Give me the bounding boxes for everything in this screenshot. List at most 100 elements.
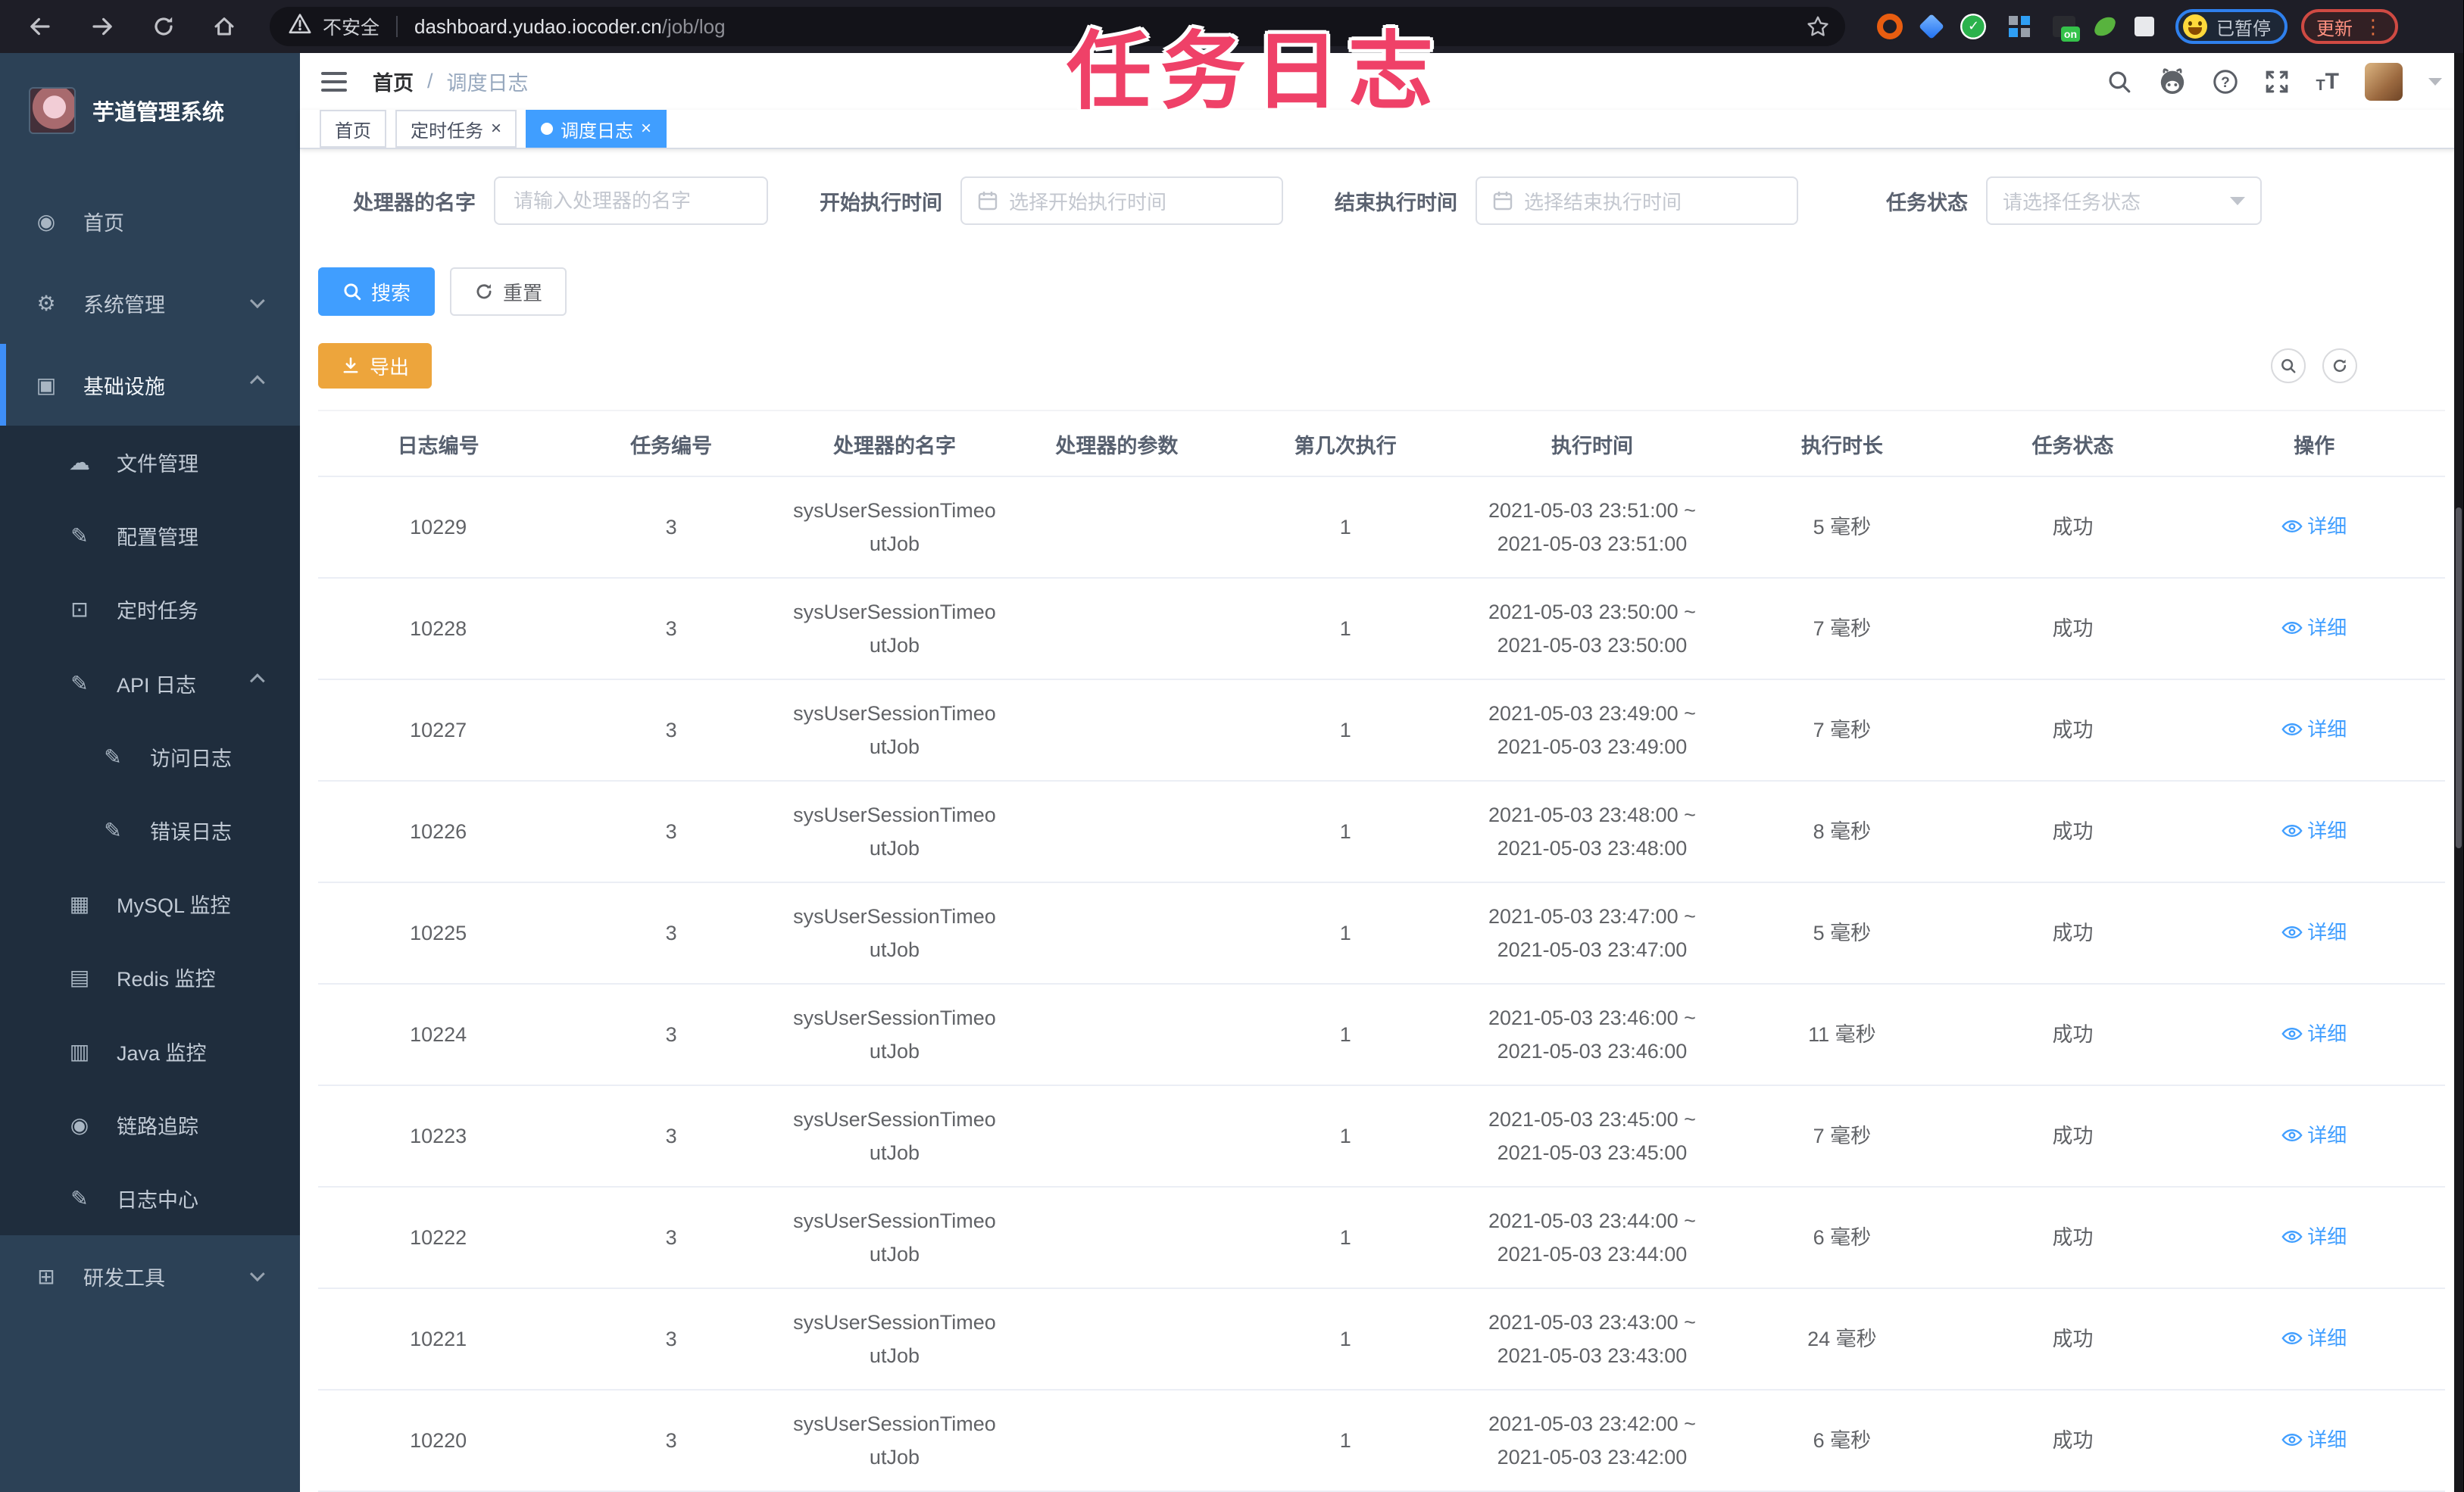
toggle-search-button[interactable] bbox=[2271, 348, 2306, 383]
close-tab-icon[interactable]: × bbox=[641, 120, 651, 138]
cell-job-id: 3 bbox=[558, 476, 784, 579]
detail-link[interactable]: 详细 bbox=[2281, 815, 2347, 847]
chevron-down-icon bbox=[249, 293, 265, 309]
help-icon[interactable]: ? bbox=[2213, 69, 2238, 95]
detail-link[interactable]: 详细 bbox=[2281, 1322, 2347, 1354]
detail-link[interactable]: 详细 bbox=[2281, 1119, 2347, 1151]
detail-link[interactable]: 详细 bbox=[2281, 510, 2347, 542]
svg-text:?: ? bbox=[2222, 74, 2231, 90]
url-bar[interactable]: 不安全 dashboard.yudao.iocoder.cn/job/log bbox=[270, 7, 1845, 46]
detail-link[interactable]: 详细 bbox=[2281, 612, 2347, 644]
sidebar-item-java-monitor[interactable]: ▥ Java 监控 bbox=[0, 1014, 300, 1088]
cell-log-id: 10226 bbox=[318, 781, 559, 883]
on-badge-extension-icon[interactable] bbox=[2053, 16, 2080, 42]
leaf-extension-icon[interactable] bbox=[2094, 15, 2116, 38]
detail-link[interactable]: 详细 bbox=[2281, 1221, 2347, 1253]
scrollbar[interactable] bbox=[2454, 53, 2463, 1492]
blue-gem-extension-icon[interactable] bbox=[1919, 14, 1944, 39]
browser-update-button[interactable]: 更新 ⋮ bbox=[2301, 9, 2398, 44]
table-row: 10228 3 sysUserSessionTimeoutJob 1 2021-05-0… bbox=[318, 578, 2445, 680]
cell-actions: 详细 bbox=[2183, 984, 2445, 1086]
sidebar-item-file-management[interactable]: ☁ 文件管理 bbox=[0, 426, 300, 500]
tab-scheduled-tasks[interactable]: 定时任务 × bbox=[395, 110, 517, 148]
table-row: 10226 3 sysUserSessionTimeoutJob 1 2021-05-0… bbox=[318, 781, 2445, 883]
reset-button[interactable]: 重置 bbox=[450, 267, 567, 316]
sidebar-item-label: Java 监控 bbox=[117, 1041, 207, 1065]
cell-status: 成功 bbox=[1962, 1390, 2184, 1492]
hamburger-icon[interactable] bbox=[321, 71, 347, 92]
sidebar-item-api-log[interactable]: ✎ API 日志 bbox=[0, 646, 300, 720]
close-tab-icon[interactable]: × bbox=[491, 120, 501, 138]
tab-home[interactable]: 首页 bbox=[320, 110, 386, 148]
job-status-select[interactable]: 请选择任务状态 bbox=[1986, 176, 2262, 225]
search-icon[interactable] bbox=[2106, 69, 2132, 95]
user-caret-icon[interactable] bbox=[2428, 77, 2442, 86]
breadcrumb-home[interactable]: 首页 bbox=[373, 67, 414, 96]
cell-job-id: 3 bbox=[558, 1187, 784, 1289]
detail-link[interactable]: 详细 bbox=[2281, 1018, 2347, 1050]
sidebar-item-label: 定时任务 bbox=[117, 600, 198, 623]
sidebar-item-scheduled-tasks[interactable]: ⊡ 定时任务 bbox=[0, 573, 300, 647]
filter-label: 结束执行时间 bbox=[1335, 191, 1457, 214]
export-button[interactable]: 导出 bbox=[318, 343, 433, 389]
detail-link[interactable]: 详细 bbox=[2281, 916, 2347, 948]
sidebar-item-dev-tools[interactable]: ⊞ 研发工具 bbox=[0, 1235, 300, 1317]
cell-job-id: 3 bbox=[558, 882, 784, 985]
home-icon[interactable] bbox=[212, 14, 236, 39]
cell-actions: 详细 bbox=[2183, 679, 2445, 782]
handler-name-input[interactable] bbox=[494, 176, 768, 225]
sidebar-item-home[interactable]: ◉ 首页 bbox=[0, 180, 300, 262]
sidebar-item-access-log[interactable]: ✎ 访问日志 bbox=[0, 719, 300, 794]
cell-handler-name: sysUserSessionTimeoutJob bbox=[783, 1288, 1005, 1391]
cell-duration: 8 毫秒 bbox=[1722, 781, 1963, 883]
detail-label: 详细 bbox=[2307, 1022, 2347, 1045]
table-row: 10224 3 sysUserSessionTimeoutJob 1 2021-05-0… bbox=[318, 984, 2445, 1086]
fullscreen-icon[interactable] bbox=[2264, 69, 2290, 95]
scrollbar-thumb[interactable] bbox=[2456, 507, 2462, 848]
detail-link[interactable]: 详细 bbox=[2281, 1424, 2347, 1456]
logo-image bbox=[29, 87, 76, 134]
cell-handler-name: sysUserSessionTimeoutJob bbox=[783, 882, 1005, 985]
green-check-extension-icon[interactable] bbox=[1960, 14, 1986, 39]
execute-end-time: 2021-05-03 23:45:00 bbox=[1497, 1141, 1688, 1164]
paused-extension-badge[interactable]: 已暂停 bbox=[2175, 9, 2288, 44]
detail-label: 详细 bbox=[2307, 1326, 2347, 1350]
placeholder-text: 选择开始执行时间 bbox=[1009, 190, 1167, 214]
sidebar-item-config-management[interactable]: ✎ 配置管理 bbox=[0, 499, 300, 573]
puzzle-extension-icon[interactable] bbox=[2135, 17, 2154, 36]
user-avatar[interactable] bbox=[2365, 62, 2403, 101]
sidebar-item-system-admin[interactable]: ⚙ 系统管理 bbox=[0, 262, 300, 344]
github-icon[interactable] bbox=[2158, 67, 2187, 95]
browser-menu-icon[interactable]: ⋮ bbox=[2363, 15, 2383, 39]
sidebar-item-mysql-monitor[interactable]: ▦ MySQL 监控 bbox=[0, 867, 300, 941]
cell-duration: 11 毫秒 bbox=[1722, 984, 1963, 1086]
orange-ring-extension-icon[interactable] bbox=[1877, 14, 1903, 39]
back-icon[interactable] bbox=[27, 14, 53, 39]
cell-duration: 7 毫秒 bbox=[1722, 679, 1963, 782]
reload-icon[interactable] bbox=[151, 14, 176, 39]
forward-icon[interactable] bbox=[89, 14, 115, 39]
sidebar-item-trace[interactable]: ◉ 链路追踪 bbox=[0, 1088, 300, 1162]
extensions-row bbox=[1877, 13, 2154, 42]
sidebar-item-label: MySQL 监控 bbox=[117, 894, 231, 918]
refresh-table-button[interactable] bbox=[2322, 348, 2357, 383]
browser-toolbar: 不安全 dashboard.yudao.iocoder.cn/job/log 已… bbox=[0, 0, 2463, 53]
cell-handler-param bbox=[1004, 882, 1229, 985]
end-time-picker[interactable]: 选择结束执行时间 bbox=[1476, 176, 1798, 225]
font-size-icon[interactable]: TT bbox=[2316, 69, 2339, 95]
paused-label: 已暂停 bbox=[2216, 18, 2271, 39]
bookmark-star-icon[interactable] bbox=[1806, 14, 1830, 39]
tab-job-log[interactable]: 调度日志 × bbox=[526, 110, 667, 148]
execute-begin-time: 2021-05-03 23:43:00 ~ bbox=[1488, 1311, 1696, 1334]
sidebar-item-log-center[interactable]: ✎ 日志中心 bbox=[0, 1161, 300, 1236]
detail-link[interactable]: 详细 bbox=[2281, 713, 2347, 745]
execute-begin-time: 2021-05-03 23:42:00 ~ bbox=[1488, 1412, 1696, 1435]
sidebar-item-infrastructure[interactable]: ▣ 基础设施 bbox=[0, 344, 300, 426]
grid-extension-icon[interactable] bbox=[2006, 13, 2033, 40]
search-button[interactable]: 搜索 bbox=[318, 267, 436, 316]
cell-execute-time: 2021-05-03 23:42:00 ~ 2021-05-03 23:42:00 bbox=[1462, 1390, 1722, 1492]
sidebar-item-redis-monitor[interactable]: ▤ Redis 监控 bbox=[0, 941, 300, 1015]
sidebar-item-error-log[interactable]: ✎ 错误日志 bbox=[0, 793, 300, 868]
app-logo[interactable]: 芋道管理系统 bbox=[0, 53, 300, 168]
start-time-picker[interactable]: 选择开始执行时间 bbox=[960, 176, 1283, 225]
